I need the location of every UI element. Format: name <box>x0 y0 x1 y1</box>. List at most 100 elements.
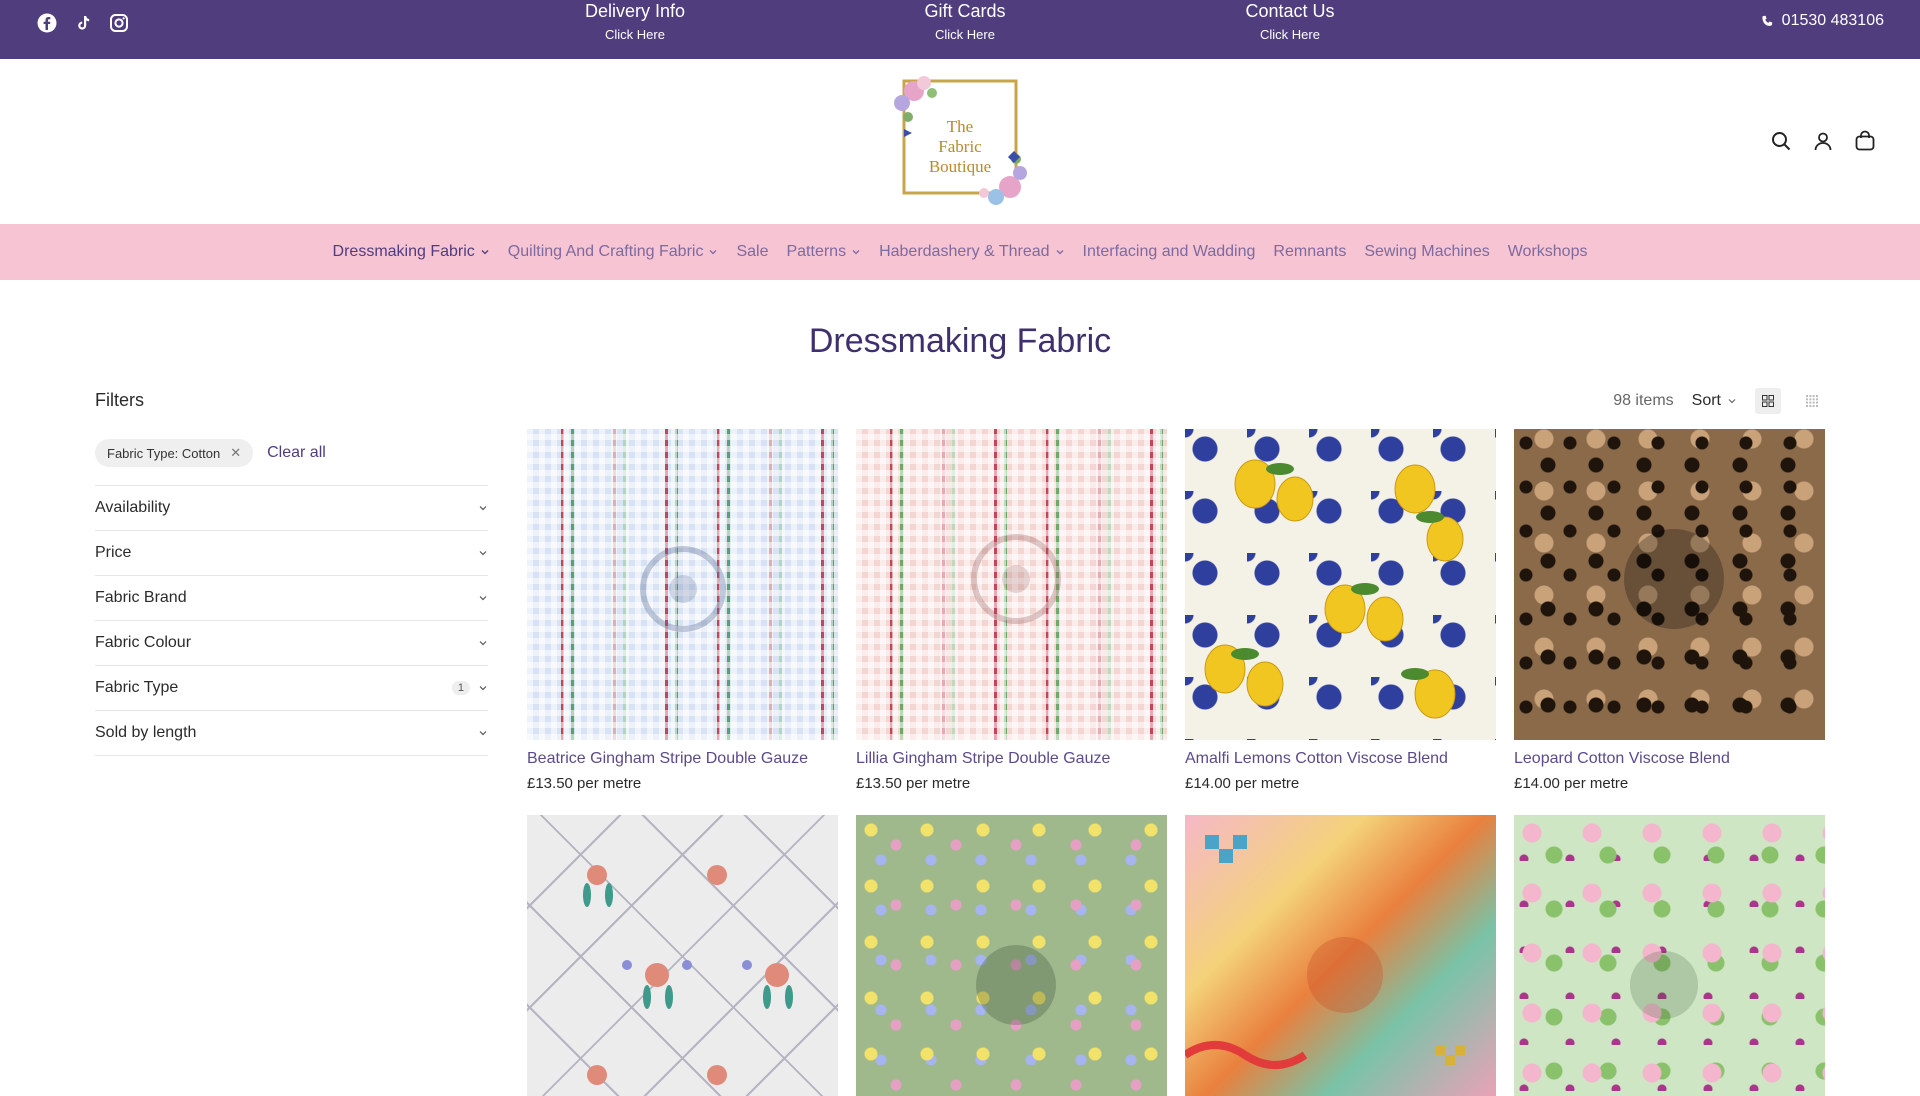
logo-text-line3: Boutique <box>929 157 991 176</box>
nav-item-label: Workshops <box>1507 243 1588 260</box>
active-filters: Fabric Type: Cotton ✕ Clear all <box>95 438 488 468</box>
product-card[interactable] <box>856 815 1167 1096</box>
product-image[interactable] <box>1185 815 1496 1096</box>
product-price: £13.50 per metre <box>527 775 642 792</box>
nav-item-haberdashery-thread[interactable]: Haberdashery & Thread <box>870 243 1073 261</box>
product-image[interactable] <box>527 429 838 740</box>
facet-list: Availability Price Fabric Brand Fabric Colo… <box>95 485 488 756</box>
phone-link[interactable]: 01530 483106 <box>1761 12 1884 30</box>
grid-view-2-icon[interactable] <box>1755 388 1781 414</box>
nav-item-dressmaking-fabric[interactable]: Dressmaking Fabric <box>324 243 499 261</box>
social-links <box>36 12 130 34</box>
product-card[interactable] <box>1185 815 1496 1096</box>
tiktok-icon[interactable] <box>72 12 94 34</box>
nav-item-label: Haberdashery & Thread <box>879 243 1050 260</box>
grid-view-4-icon[interactable] <box>1799 388 1825 414</box>
product-card[interactable]: Amalfi Lemons Cotton Viscose Blend £14.0… <box>1185 429 1496 793</box>
search-icon[interactable] <box>1770 130 1792 152</box>
nav-item-workshops[interactable]: Workshops <box>1499 243 1597 261</box>
product-card[interactable] <box>527 815 838 1096</box>
facet-fabric-type[interactable]: Fabric Type 1 <box>95 666 488 711</box>
chevron-down-icon <box>1056 250 1064 255</box>
product-image[interactable] <box>1185 429 1496 740</box>
promo-contact-us[interactable]: Contact Us Click Here <box>1190 0 1390 44</box>
filters-sidebar: Filters Fabric Type: Cotton ✕ Clear all … <box>95 390 488 756</box>
product-image[interactable] <box>856 815 1167 1096</box>
clear-all-link[interactable]: Clear all <box>267 444 326 462</box>
product-count: 98 items <box>1613 392 1674 409</box>
logo-text-line2: Fabric <box>938 137 982 156</box>
nav-item-label: Quilting And Crafting Fabric <box>507 243 704 260</box>
product-title[interactable]: Beatrice Gingham Stripe Double Gauze <box>527 749 838 769</box>
facet-label: Fabric Brand <box>95 589 187 606</box>
chevron-down-icon <box>479 731 487 736</box>
promo-link[interactable]: Click Here <box>535 26 735 44</box>
facet-count-badge: 1 <box>451 681 470 695</box>
promo-gift-cards[interactable]: Gift Cards Click Here <box>865 0 1065 44</box>
promo-delivery-info[interactable]: Delivery Info Click Here <box>535 0 735 44</box>
logo-text-line1: The <box>947 117 973 136</box>
facet-label: Price <box>95 544 132 561</box>
product-price: £14.00 per metre <box>1185 775 1300 792</box>
product-card[interactable]: Beatrice Gingham Stripe Double Gauze £13… <box>527 429 838 793</box>
nav-item-interfacing-and-wadding[interactable]: Interfacing and Wadding <box>1074 243 1265 261</box>
chevron-down-icon <box>1728 399 1736 404</box>
product-image[interactable] <box>527 815 838 1096</box>
product-image[interactable] <box>1514 429 1825 740</box>
nav-item-label: Interfacing and Wadding <box>1082 243 1256 260</box>
facet-label: Fabric Colour <box>95 634 192 651</box>
facet-availability[interactable]: Availability <box>95 486 488 531</box>
facet-controls <box>478 548 488 558</box>
collection-toolbar: 98 items Sort <box>1613 388 1825 414</box>
nav-item-sale[interactable]: Sale <box>727 243 777 261</box>
facet-label: Availability <box>95 499 171 516</box>
product-card[interactable]: Lillia Gingham Stripe Double Gauze £13.5… <box>856 429 1167 793</box>
facet-controls <box>478 728 488 738</box>
nav-item-remnants[interactable]: Remnants <box>1264 243 1355 261</box>
instagram-icon[interactable] <box>108 12 130 34</box>
nav-item-label: Patterns <box>786 243 847 260</box>
chevron-down-icon <box>479 506 487 511</box>
chevron-down-icon <box>852 250 860 255</box>
active-filter-label: Fabric Type: Cotton <box>107 445 221 461</box>
nav-item-quilting-and-crafting-fabric[interactable]: Quilting And Crafting Fabric <box>499 243 728 261</box>
sort-dropdown[interactable]: Sort <box>1692 392 1737 410</box>
chevron-down-icon <box>479 551 487 556</box>
chevron-down-icon <box>479 596 487 601</box>
promo-link[interactable]: Click Here <box>1190 26 1390 44</box>
chevron-down-icon <box>481 250 489 255</box>
facebook-icon[interactable] <box>36 12 58 34</box>
store-logo[interactable]: The Fabric Boutique <box>886 69 1034 215</box>
product-title[interactable]: Amalfi Lemons Cotton Viscose Blend <box>1185 749 1496 769</box>
nav-item-label: Remnants <box>1273 243 1347 260</box>
facet-fabric-brand[interactable]: Fabric Brand <box>95 576 488 621</box>
remove-filter-icon[interactable]: ✕ <box>230 445 241 461</box>
product-title[interactable]: Lillia Gingham Stripe Double Gauze <box>856 749 1167 769</box>
product-card[interactable] <box>1514 815 1825 1096</box>
product-price: £14.00 per metre <box>1514 775 1629 792</box>
promo-title: Delivery Info <box>584 1 686 21</box>
facet-label: Fabric Type <box>95 679 179 696</box>
phone-icon <box>1762 15 1772 26</box>
account-icon[interactable] <box>1812 130 1834 152</box>
facet-fabric-colour[interactable]: Fabric Colour <box>95 621 488 666</box>
nav-item-sewing-machines[interactable]: Sewing Machines <box>1355 243 1498 261</box>
sort-label: Sort <box>1691 392 1721 409</box>
product-card[interactable]: Leopard Cotton Viscose Blend £14.00 per … <box>1514 429 1825 793</box>
product-grid: Beatrice Gingham Stripe Double Gauze £13… <box>527 429 1827 1096</box>
facet-controls <box>478 503 488 513</box>
announcement-bar: Delivery Info Click Here Gift Cards Clic… <box>0 0 1920 59</box>
chevron-down-icon <box>709 250 717 255</box>
facet-sold-by-length[interactable]: Sold by length <box>95 711 488 756</box>
facet-price[interactable]: Price <box>95 531 488 576</box>
active-filter-pill[interactable]: Fabric Type: Cotton ✕ <box>95 439 254 467</box>
facet-controls <box>478 638 488 648</box>
product-image[interactable] <box>856 429 1167 740</box>
nav-item-label: Sewing Machines <box>1364 243 1490 260</box>
promo-link[interactable]: Click Here <box>865 26 1065 44</box>
cart-icon[interactable] <box>1854 130 1876 152</box>
product-title[interactable]: Leopard Cotton Viscose Blend <box>1514 749 1825 769</box>
nav-item-patterns[interactable]: Patterns <box>777 243 870 261</box>
product-image[interactable] <box>1514 815 1825 1096</box>
chevron-down-icon <box>479 641 487 646</box>
